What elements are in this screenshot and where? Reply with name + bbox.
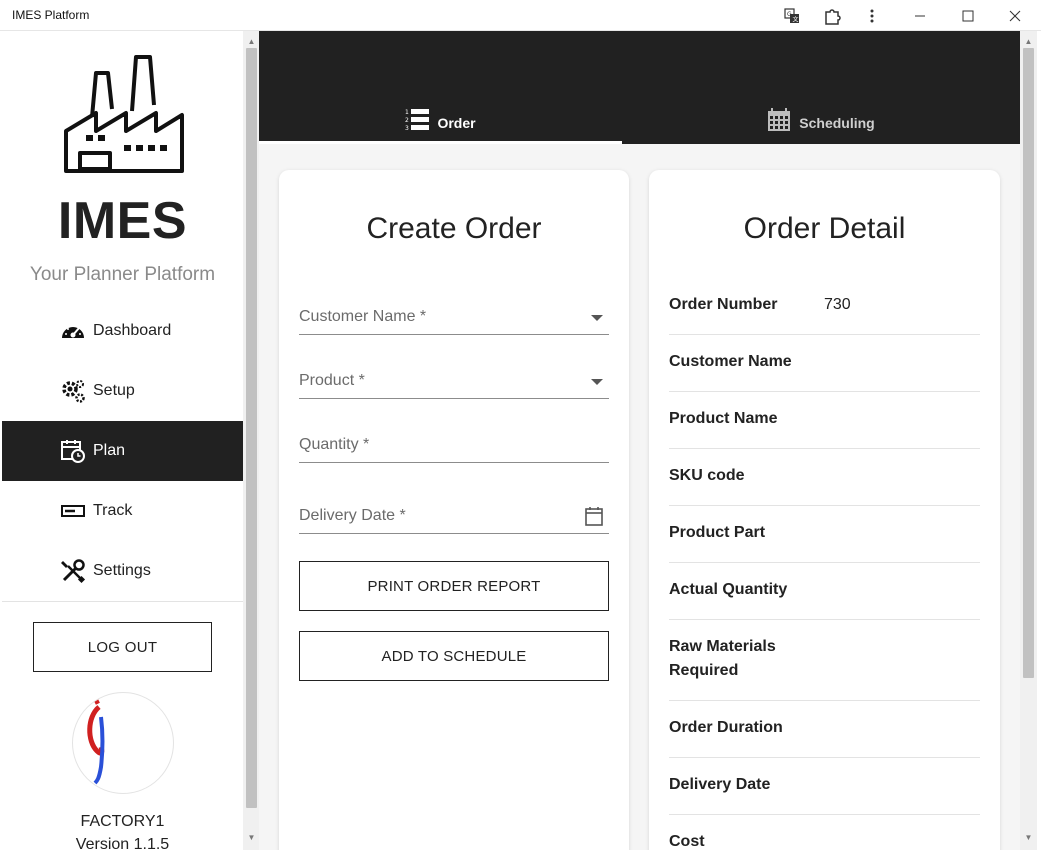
sidebar-item-label: Setup <box>93 382 135 399</box>
detail-value: 730 <box>824 296 851 313</box>
translate-icon[interactable]: G文 <box>772 0 812 31</box>
brand-name: IMES <box>57 192 188 250</box>
detail-row: Customer Name <box>669 335 980 392</box>
calendar-grid-icon <box>767 108 791 137</box>
sidebar: IMES Your Planner Platform Dashboard Set… <box>2 31 243 850</box>
sidebar-item-label: Plan <box>93 442 126 459</box>
detail-row: Raw Materials Required <box>669 620 980 701</box>
detail-label: Actual Quantity <box>669 581 788 598</box>
detail-row: Order Duration <box>669 701 980 758</box>
svg-text:文: 文 <box>793 15 799 23</box>
sidebar-scrollbar[interactable]: ▲ ▼ <box>243 31 260 850</box>
sidebar-item-plan[interactable]: Plan <box>2 421 243 481</box>
create-order-card: Create Order Customer Name * Product * Q… <box>279 170 629 850</box>
gears-icon <box>60 378 86 404</box>
sidebar-item-setup[interactable]: Setup <box>2 361 243 421</box>
tab-scheduling[interactable]: Scheduling <box>622 101 1020 144</box>
detail-label: Raw Materials Required <box>669 638 776 679</box>
detail-label: Order Number <box>669 296 778 313</box>
close-icon[interactable] <box>995 0 1035 31</box>
tools-icon <box>60 558 86 584</box>
sidebar-item-label: Track <box>93 502 133 519</box>
maximize-icon[interactable] <box>948 0 988 31</box>
main-content: 123 Order Scheduling Create Order Custom… <box>259 31 1020 850</box>
detail-row: Product Part <box>669 506 980 563</box>
tab-label: Order <box>437 114 476 131</box>
sidebar-item-label: Dashboard <box>93 322 172 339</box>
svg-text:1: 1 <box>405 109 409 116</box>
main-scrollbar[interactable]: ▲ ▼ <box>1020 31 1037 850</box>
detail-label: SKU code <box>669 467 745 484</box>
app-bar: 123 Order Scheduling <box>259 31 1020 144</box>
scroll-down-icon[interactable]: ▼ <box>243 829 260 846</box>
svg-text:3: 3 <box>405 125 409 132</box>
scroll-down-icon[interactable]: ▼ <box>1020 829 1037 846</box>
app-version: Version 1.1.5 <box>75 836 170 850</box>
detail-label: Delivery Date <box>669 776 771 793</box>
detail-row: Delivery Date <box>669 758 980 815</box>
scrollbar-thumb[interactable] <box>246 48 257 808</box>
detail-row: Cost <box>669 815 980 850</box>
field-label: Delivery Date * <box>299 507 406 524</box>
customer-name-select[interactable]: Customer Name * <box>299 299 609 335</box>
delivery-date-input[interactable]: Delivery Date * <box>299 498 609 534</box>
product-select[interactable]: Product * <box>299 363 609 399</box>
sidebar-item-dashboard[interactable]: Dashboard <box>2 301 243 361</box>
detail-row: Product Name <box>669 392 980 449</box>
factory-logo-icon <box>62 53 186 175</box>
brand-tagline: Your Planner Platform <box>29 264 216 285</box>
minimize-icon[interactable] <box>900 0 940 31</box>
calendar-clock-icon <box>60 438 86 464</box>
field-label: Product * <box>299 372 365 389</box>
scrollbar-thumb[interactable] <box>1023 48 1034 678</box>
extension-icon[interactable] <box>812 0 852 31</box>
detail-label: Product Part <box>669 524 766 541</box>
tab-order[interactable]: 123 Order <box>259 101 622 144</box>
sidebar-item-settings[interactable]: Settings <box>2 541 243 601</box>
detail-label: Order Duration <box>669 719 783 736</box>
numbered-list-icon: 123 <box>405 108 430 137</box>
tab-label: Scheduling <box>799 114 875 131</box>
window-title: IMES Platform <box>12 8 90 22</box>
sidebar-item-label: Settings <box>93 562 151 579</box>
detail-row: SKU code <box>669 449 980 506</box>
sidebar-nav: Dashboard Setup Plan Track Settings <box>2 301 243 601</box>
create-order-title: Create Order <box>366 212 542 245</box>
dropdown-arrow-icon[interactable] <box>591 379 603 385</box>
print-order-report-button[interactable]: PRINT ORDER REPORT <box>299 561 609 611</box>
logout-button[interactable]: LOG OUT <box>33 622 212 672</box>
sidebar-item-track[interactable]: Track <box>2 481 243 541</box>
order-detail-card: Order Detail Order Number 730 Customer N… <box>649 170 1000 850</box>
field-label: Customer Name * <box>299 308 427 325</box>
detail-label: Customer Name <box>669 353 792 370</box>
detail-label: Product Name <box>669 410 778 427</box>
tab-indicator <box>259 141 622 144</box>
field-label: Quantity * <box>299 436 370 453</box>
svg-text:2: 2 <box>405 117 409 124</box>
sidebar-divider <box>2 601 243 602</box>
avatar <box>72 692 174 794</box>
svg-text:G: G <box>787 11 792 18</box>
factory-name: FACTORY1 <box>80 813 165 830</box>
add-to-schedule-button[interactable]: ADD TO SCHEDULE <box>299 631 609 681</box>
order-detail-title: Order Detail <box>743 212 906 245</box>
detail-label: Cost <box>669 833 705 850</box>
window-titlebar: IMES Platform G文 <box>0 0 1041 31</box>
quantity-input[interactable]: Quantity * <box>299 427 609 463</box>
track-icon <box>60 498 86 524</box>
dropdown-arrow-icon[interactable] <box>591 315 603 321</box>
more-icon[interactable] <box>852 0 892 31</box>
detail-row: Order Number 730 <box>669 286 980 335</box>
speedometer-icon <box>60 318 86 344</box>
detail-row: Actual Quantity <box>669 563 980 620</box>
calendar-icon[interactable] <box>585 506 603 531</box>
